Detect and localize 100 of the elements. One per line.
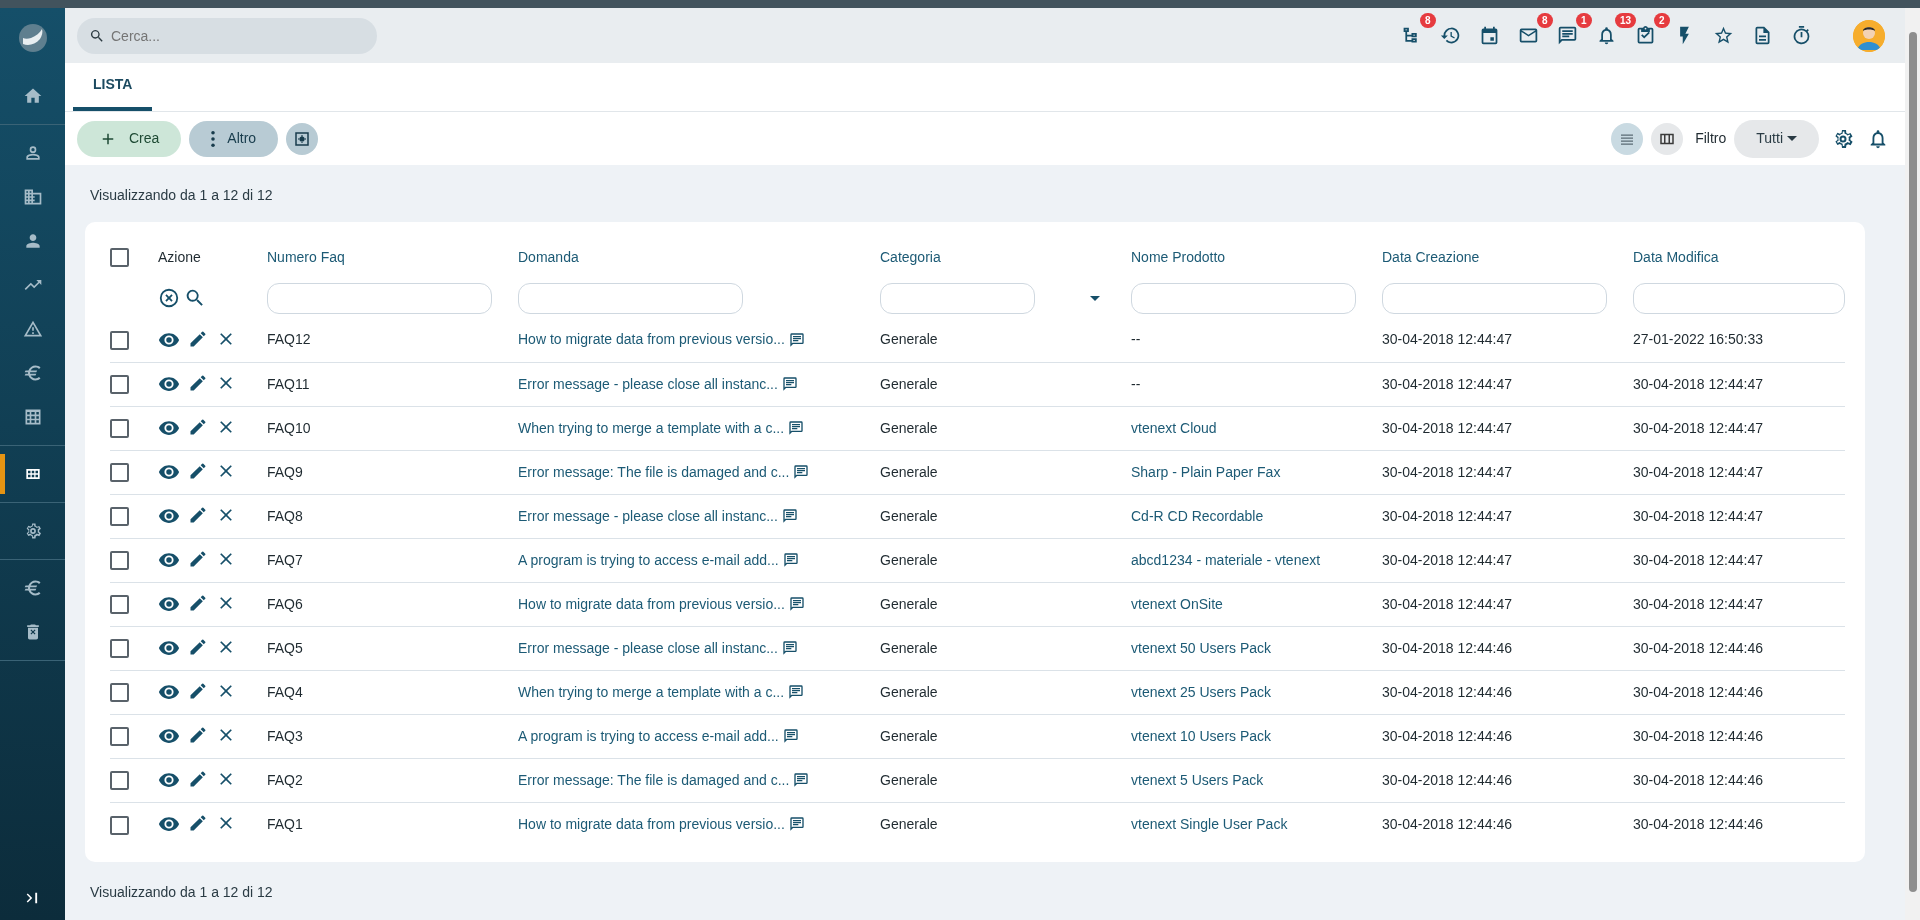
table-cell: FAQ9 — [267, 463, 303, 480]
product-link[interactable]: vtenext Cloud — [1131, 419, 1217, 436]
checkbox[interactable] — [110, 375, 129, 395]
checkbox[interactable] — [110, 551, 129, 571]
filter-field[interactable] — [518, 282, 743, 314]
checkbox[interactable] — [110, 331, 129, 351]
clear-icon[interactable] — [158, 287, 180, 309]
product-link[interactable]: vtenext 25 Users Pack — [1131, 683, 1272, 700]
comment-icon[interactable] — [782, 728, 799, 744]
question-link[interactable]: A program is trying to access e-mail add... — [518, 549, 779, 571]
column-header: Azione — [158, 248, 201, 265]
table-cell: 30-04-2018 12:44:47 — [1633, 595, 1763, 612]
product-link[interactable]: abcd1234 - materiale - vtenext — [1131, 551, 1321, 568]
checkbox[interactable] — [110, 683, 129, 703]
history-icon[interactable] — [1440, 25, 1461, 46]
comment-icon[interactable] — [788, 684, 805, 700]
comment-icon[interactable] — [793, 464, 810, 480]
filter-field[interactable] — [1382, 282, 1607, 314]
question-link[interactable]: How to migrate data from previous versio... — [518, 593, 785, 615]
column-header[interactable]: Data Modifica — [1633, 248, 1719, 265]
column-header[interactable]: Categoria — [880, 248, 941, 265]
caret-icon[interactable] — [1090, 295, 1100, 301]
question-link[interactable]: Error message - please close all instanc... — [518, 637, 778, 659]
table-cell: Generale — [880, 683, 938, 700]
product-link[interactable]: Sharp - Plain Paper Fax — [1131, 463, 1281, 480]
star-icon[interactable] — [1713, 25, 1734, 46]
filter-field[interactable] — [880, 282, 1035, 314]
table-cell: 30-04-2018 12:44:46 — [1633, 683, 1763, 700]
edit-icon[interactable] — [188, 417, 208, 437]
checkbox[interactable] — [110, 248, 129, 268]
table-cell: 30-04-2018 12:44:46 — [1382, 727, 1512, 744]
question-link[interactable]: When trying to merge a template with a c... — [518, 681, 785, 703]
comment-icon[interactable] — [781, 508, 798, 524]
home-icon — [22, 86, 43, 106]
calendar-icon[interactable] — [1479, 25, 1500, 46]
edit-icon[interactable] — [188, 769, 208, 789]
timer-icon[interactable] — [1791, 25, 1812, 46]
comment-icon[interactable] — [788, 331, 805, 348]
edit-icon[interactable] — [188, 637, 208, 657]
product-link[interactable]: Cd-R CD Recordable — [1131, 507, 1264, 524]
table-cell: 30-04-2018 12:44:46 — [1633, 815, 1763, 832]
edit-icon[interactable] — [188, 681, 208, 701]
question-link[interactable]: Error message: The file is damaged and c... — [518, 461, 790, 483]
edit-icon[interactable] — [188, 461, 208, 481]
checkbox[interactable] — [110, 771, 129, 791]
search-field[interactable]: Cerca... — [77, 17, 377, 54]
edit-icon[interactable] — [188, 593, 208, 613]
product-link[interactable]: vtenext 10 Users Pack — [1131, 727, 1272, 744]
question-link[interactable]: Error message - please close all instanc... — [518, 373, 778, 395]
checkbox[interactable] — [110, 727, 129, 747]
filter-field[interactable] — [1633, 282, 1845, 314]
comment-icon[interactable] — [793, 772, 810, 788]
column-header[interactable]: Data Creazione — [1382, 248, 1480, 265]
checkbox[interactable] — [110, 595, 129, 615]
edit-icon[interactable] — [188, 505, 208, 525]
question-link[interactable]: How to migrate data from previous versio... — [518, 329, 785, 351]
settings-button[interactable] — [286, 122, 319, 155]
comment-icon[interactable] — [788, 596, 805, 612]
table-cell: 30-04-2018 12:44:46 — [1382, 639, 1512, 656]
comment-icon[interactable] — [788, 816, 805, 833]
column-view-button[interactable] — [1651, 122, 1684, 155]
question-link[interactable]: How to migrate data from previous versio... — [518, 813, 785, 835]
logo[interactable] — [17, 23, 48, 53]
comment-icon[interactable] — [782, 552, 799, 568]
task-icon[interactable] — [1635, 25, 1656, 46]
document-icon[interactable] — [1752, 25, 1773, 46]
checkbox[interactable] — [110, 419, 129, 439]
comment-icon[interactable] — [781, 376, 798, 392]
checkbox[interactable] — [110, 463, 129, 483]
product-link[interactable]: vtenext OnSite — [1131, 595, 1223, 612]
edit-icon[interactable] — [188, 725, 208, 745]
edit-icon[interactable] — [188, 373, 208, 393]
euro-icon — [22, 363, 43, 383]
comment-icon[interactable] — [788, 420, 805, 436]
checkbox[interactable] — [110, 507, 129, 527]
filter-field[interactable] — [1131, 282, 1356, 314]
product-link[interactable]: vtenext Single User Pack — [1131, 815, 1288, 832]
column-header[interactable]: Domanda — [518, 248, 579, 265]
column-header[interactable]: Nome Prodotto — [1131, 248, 1226, 265]
question-link[interactable]: A program is trying to access e-mail add... — [518, 725, 779, 747]
create-button[interactable]: Crea — [77, 120, 182, 157]
avatar[interactable] — [1853, 19, 1885, 52]
scrollbar[interactable] — [1905, 8, 1920, 920]
question-link[interactable]: When trying to merge a template with a c... — [518, 417, 785, 439]
comment-icon[interactable] — [781, 640, 798, 656]
checkbox[interactable] — [110, 639, 129, 659]
more-button[interactable]: Altro — [189, 120, 279, 157]
search-icon[interactable] — [184, 287, 206, 309]
column-header[interactable]: Numero Faq — [267, 248, 345, 265]
question-link[interactable]: Error message: The file is damaged and c... — [518, 769, 790, 791]
edit-icon[interactable] — [188, 813, 208, 834]
question-link[interactable]: Error message - please close all instanc... — [518, 505, 778, 527]
list-view-button[interactable] — [1611, 122, 1644, 155]
chat-icon[interactable] — [1557, 25, 1578, 46]
edit-icon[interactable] — [188, 549, 208, 569]
product-link[interactable]: vtenext 50 Users Pack — [1131, 639, 1272, 656]
filter-field[interactable] — [267, 282, 492, 314]
filter-dropdown[interactable]: Tutti — [1734, 119, 1819, 158]
checkbox[interactable] — [110, 815, 129, 835]
product-link[interactable]: vtenext 5 Users Pack — [1131, 771, 1264, 788]
